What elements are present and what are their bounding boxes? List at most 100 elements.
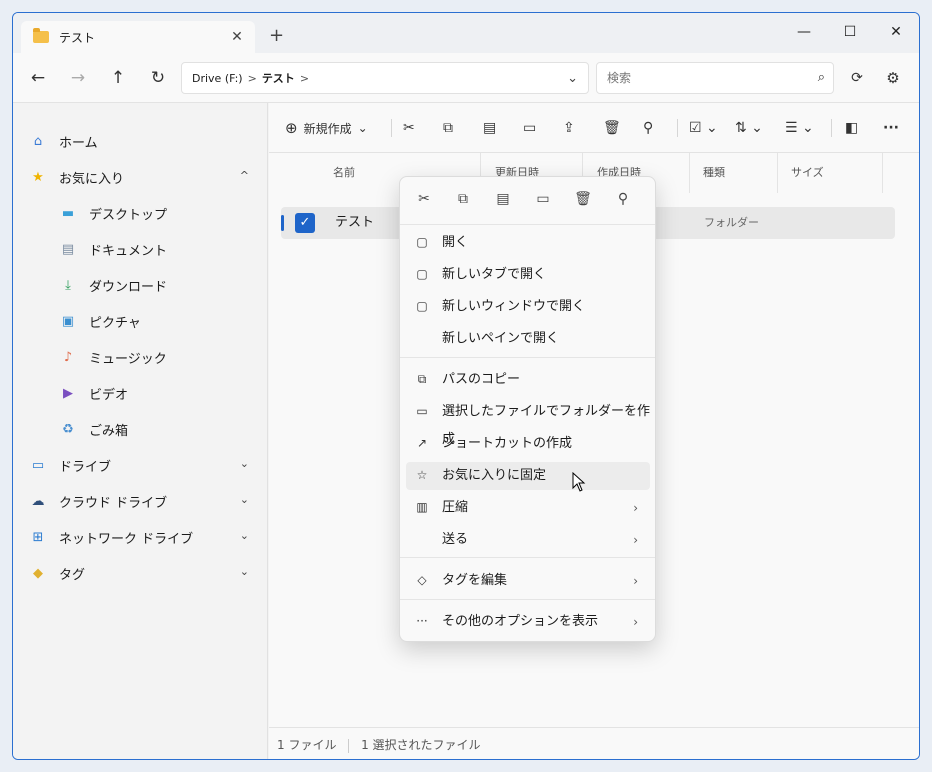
properties-icon[interactable]: ⚲ bbox=[643, 117, 653, 139]
sidebar-item-label: ごみ箱 bbox=[89, 423, 129, 439]
paste-icon[interactable]: ▤ bbox=[492, 191, 514, 211]
rename-icon[interactable]: ▭ bbox=[532, 191, 554, 211]
sidebar-item[interactable]: ♻ ごみ箱 bbox=[13, 415, 267, 443]
breadcrumb-separator[interactable]: > bbox=[300, 72, 309, 85]
menu-item[interactable]: ··· その他のオプションを表示 › bbox=[406, 608, 650, 636]
sidebar-item[interactable]: ♪ ミュージック bbox=[13, 343, 267, 371]
sidebar-item[interactable]: ▶ ビデオ bbox=[13, 379, 267, 407]
sidebar-item[interactable]: ▬ デスクトップ bbox=[13, 199, 267, 227]
menu-item[interactable]: ▢ 開く bbox=[406, 229, 650, 257]
divider bbox=[882, 153, 883, 193]
share-icon[interactable]: ⇪ bbox=[563, 117, 575, 139]
address-bar[interactable]: Drive (F:) > テスト > ⌄ bbox=[181, 62, 589, 94]
layout-icon[interactable]: ☰ ⌄ bbox=[785, 117, 814, 139]
column-size[interactable]: サイズ bbox=[791, 153, 824, 193]
sidebar-item[interactable]: ⌂ ホーム bbox=[13, 127, 267, 155]
plus-circle-icon: ⊕ bbox=[285, 119, 298, 137]
recycle-icon: ♻ bbox=[62, 421, 74, 437]
sidebar-item[interactable]: ▣ ピクチャ bbox=[13, 307, 267, 335]
back-button[interactable]: ← bbox=[26, 66, 50, 90]
cut-icon[interactable]: ✂ bbox=[403, 117, 415, 139]
tab-close-icon[interactable]: ✕ bbox=[227, 27, 247, 47]
video-icon: ▶ bbox=[63, 385, 73, 401]
copy-path-icon: ⧉ bbox=[417, 372, 427, 386]
menu-item[interactable]: ◇ タグを編集 › bbox=[406, 567, 650, 595]
chevron-icon[interactable]: ⌄ bbox=[240, 565, 249, 578]
delete-icon[interactable]: 🗑 bbox=[603, 117, 621, 139]
file-name[interactable]: テスト bbox=[335, 207, 374, 239]
paste-icon[interactable]: ▤ bbox=[483, 117, 496, 139]
menu-item-label: お気に入りに固定 bbox=[442, 468, 547, 483]
copy-icon[interactable]: ⧉ bbox=[443, 117, 453, 139]
search-placeholder: 検索 bbox=[607, 71, 632, 85]
search-input[interactable]: 検索 ⌕ bbox=[596, 62, 834, 94]
new-tab-button[interactable]: + bbox=[269, 27, 284, 45]
menu-item[interactable]: 送る › bbox=[406, 526, 650, 554]
preview-pane-icon[interactable]: ◧ bbox=[845, 117, 858, 139]
search-icon[interactable]: ⌕ bbox=[818, 63, 825, 93]
up-button[interactable]: ↑ bbox=[106, 66, 130, 90]
chevron-right-icon: › bbox=[633, 533, 638, 547]
settings-icon[interactable]: ⚙ bbox=[881, 66, 905, 90]
menu-item-label: 新しいペインで開く bbox=[442, 331, 560, 346]
more-options-icon: ··· bbox=[416, 614, 428, 628]
sidebar-item-label: クラウド ドライブ bbox=[59, 495, 168, 511]
rename-icon[interactable]: ▭ bbox=[523, 117, 536, 139]
cut-icon[interactable]: ✂ bbox=[413, 191, 435, 211]
more-icon[interactable]: ··· bbox=[883, 117, 899, 139]
menu-item[interactable]: ▢ 新しいタブで開く bbox=[406, 261, 650, 289]
sidebar-item-label: タグ bbox=[59, 567, 86, 583]
music-icon: ♪ bbox=[63, 349, 73, 365]
menu-item[interactable]: ↗ ショートカットの作成 bbox=[406, 430, 650, 458]
status-spinner-icon[interactable]: ⟳ bbox=[845, 66, 869, 90]
selected-count: 1 選択されたファイル bbox=[361, 738, 481, 752]
document-icon: ▤ bbox=[61, 241, 75, 257]
sidebar-item[interactable]: ▤ ドキュメント bbox=[13, 235, 267, 263]
tab-test[interactable]: テスト ✕ bbox=[21, 21, 255, 53]
properties-icon[interactable]: ⚲ bbox=[612, 191, 634, 211]
breadcrumb-drive[interactable]: Drive (F:) bbox=[192, 72, 243, 85]
new-button[interactable]: ⊕ 新規作成 ⌄ bbox=[285, 117, 368, 139]
menu-separator bbox=[400, 357, 655, 358]
menu-item[interactable]: ⧉ パスのコピー bbox=[406, 366, 650, 394]
column-type[interactable]: 種類 bbox=[703, 153, 725, 193]
tag-edit-icon: ◇ bbox=[417, 573, 427, 587]
chevron-icon[interactable]: ⌄ bbox=[240, 457, 249, 470]
sort-icon[interactable]: ⇅ ⌄ bbox=[735, 117, 763, 139]
sidebar-item[interactable]: ⊞ ネットワーク ドライブ ⌄ bbox=[13, 523, 267, 551]
select-icon[interactable]: ☑ ⌄ bbox=[689, 117, 718, 139]
address-dropdown-icon[interactable]: ⌄ bbox=[567, 71, 578, 86]
menu-item[interactable]: ▭ 選択したファイルでフォルダーを作成 bbox=[406, 398, 650, 447]
context-menu: ✂ ⧉ ▤ ▭ 🗑 ⚲ ▢ 開く ▢ 新しいタブで開く ▢ 新しいウィンドウで開く 新しいペ… bbox=[399, 176, 656, 642]
chevron-icon[interactable]: ^ bbox=[240, 169, 249, 182]
chevron-icon[interactable]: ⌄ bbox=[240, 529, 249, 542]
breadcrumb-current[interactable]: テスト bbox=[262, 70, 295, 86]
minimize-button[interactable]: — bbox=[789, 19, 819, 45]
menu-item[interactable]: 新しいペインで開く bbox=[406, 325, 650, 353]
sidebar-item[interactable]: ◆ タグ ⌄ bbox=[13, 559, 267, 587]
cloud-drive-icon: ☁ bbox=[31, 493, 45, 509]
menu-item[interactable]: ▥ 圧縮 › bbox=[406, 494, 650, 522]
menu-separator bbox=[400, 599, 655, 600]
menu-item[interactable]: ☆ お気に入りに固定 bbox=[406, 462, 650, 490]
menu-item-label: 送る bbox=[442, 532, 469, 547]
column-name[interactable]: 名前 bbox=[333, 153, 355, 193]
copy-icon[interactable]: ⧉ bbox=[452, 191, 474, 211]
sidebar-item[interactable]: ▭ ドライブ ⌄ bbox=[13, 451, 267, 479]
delete-icon[interactable]: 🗑 bbox=[572, 191, 594, 211]
sidebar-item[interactable]: ★ お気に入り ^ bbox=[13, 163, 267, 191]
open-new-window-icon: ▢ bbox=[416, 299, 428, 313]
row-checkbox[interactable]: ✓ bbox=[295, 213, 315, 233]
menu-item-label: 新しいウィンドウで開く bbox=[442, 299, 586, 314]
divider bbox=[391, 119, 392, 137]
drive-icon: ▭ bbox=[31, 457, 45, 473]
sidebar-item[interactable]: ⤓ ダウンロード bbox=[13, 271, 267, 299]
forward-button[interactable]: → bbox=[66, 66, 90, 90]
sidebar-item[interactable]: ☁ クラウド ドライブ ⌄ bbox=[13, 487, 267, 515]
maximize-button[interactable]: ☐ bbox=[835, 19, 865, 45]
close-window-button[interactable]: ✕ bbox=[881, 19, 911, 45]
menu-item[interactable]: ▢ 新しいウィンドウで開く bbox=[406, 293, 650, 321]
refresh-button[interactable]: ↻ bbox=[146, 66, 170, 90]
chevron-icon[interactable]: ⌄ bbox=[240, 493, 249, 506]
breadcrumb-separator[interactable]: > bbox=[248, 72, 257, 85]
